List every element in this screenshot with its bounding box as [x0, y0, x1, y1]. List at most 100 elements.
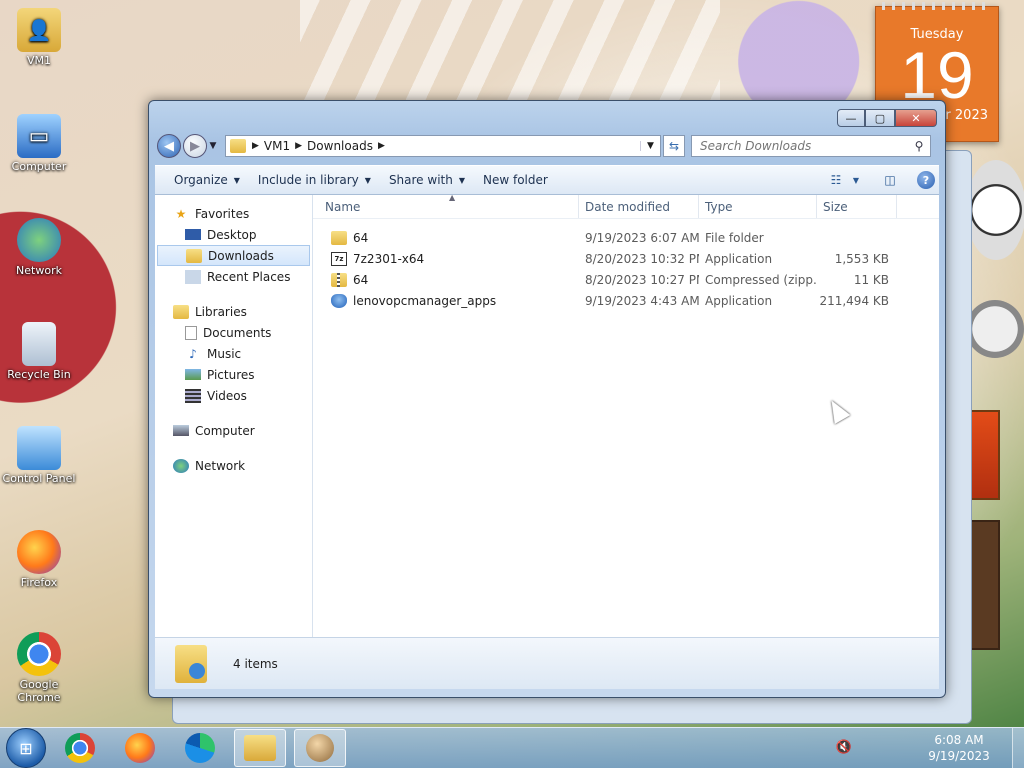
- view-controls: ☷ ▼ ◫ ?: [823, 168, 939, 192]
- nav-group-network: Network: [155, 455, 312, 476]
- volume-muted-icon[interactable]: 🔇: [834, 740, 854, 756]
- preview-pane-button[interactable]: ◫: [877, 168, 903, 192]
- nav-item-libraries[interactable]: Libraries: [155, 301, 312, 322]
- nav-group-computer: Computer: [155, 420, 312, 441]
- view-options-dropdown[interactable]: ▼: [849, 168, 863, 192]
- caption-buttons: — ▢ ✕: [837, 109, 937, 127]
- desktop-icon-firefox[interactable]: Firefox: [0, 530, 78, 589]
- cpu-meter-gadget[interactable]: [966, 300, 1024, 358]
- taskbar-chrome[interactable]: [54, 729, 106, 767]
- file-type: Application: [705, 293, 773, 308]
- column-header-size[interactable]: Size: [817, 195, 897, 218]
- nav-item-documents[interactable]: Documents: [155, 322, 312, 343]
- clock-gadget[interactable]: [966, 160, 1024, 260]
- music-icon: ♪: [189, 346, 197, 361]
- nav-item-recent-places[interactable]: Recent Places: [155, 266, 312, 287]
- desktop-icon: [185, 229, 201, 240]
- desktop-icon-recycle-bin[interactable]: Recycle Bin: [0, 322, 78, 381]
- navigation-bar: ◀ ▶ ▼ ▶ VM1 ▶ Downloads ▶ ▼ ⇆ ⚲: [157, 133, 937, 159]
- folder-icon: [244, 735, 276, 761]
- file-date: 8/20/2023 10:32 PM: [585, 251, 699, 266]
- search-input[interactable]: [700, 139, 908, 153]
- downloads-folder-icon: [186, 248, 202, 263]
- organize-button[interactable]: Organize ▼: [165, 168, 249, 192]
- nav-item-label: Videos: [207, 388, 247, 403]
- taskbar-firefox[interactable]: [114, 729, 166, 767]
- desktop-icon-chrome[interactable]: Google Chrome: [0, 632, 78, 704]
- organize-label: Organize: [174, 173, 228, 187]
- nav-item-label: Favorites: [195, 206, 250, 221]
- explorer-window[interactable]: — ▢ ✕ ◀ ▶ ▼ ▶ VM1 ▶ Downloads ▶ ▼ ⇆ ⚲ Or…: [148, 100, 946, 698]
- file-row[interactable]: 64 9/19/2023 6:07 AM File folder: [313, 227, 939, 248]
- caret-down-icon: ▼: [364, 175, 371, 185]
- refresh-button[interactable]: ⇆: [663, 135, 685, 157]
- search-box[interactable]: ⚲: [691, 135, 931, 157]
- nav-item-label: Computer: [195, 423, 255, 438]
- recent-pages-dropdown[interactable]: ▼: [207, 141, 219, 151]
- desktop-icon-network[interactable]: Network: [0, 218, 78, 277]
- computer-icon: [173, 425, 189, 436]
- folder-icon: [230, 139, 246, 153]
- nav-item-desktop[interactable]: Desktop: [155, 224, 312, 245]
- column-headers: ▲ Name Date modified Type Size: [313, 193, 939, 219]
- share-with-button[interactable]: Share with ▼: [380, 168, 474, 192]
- new-folder-button[interactable]: New folder: [474, 168, 557, 192]
- address-bar[interactable]: ▶ VM1 ▶ Downloads ▶ ▼: [225, 135, 661, 157]
- help-button[interactable]: ?: [913, 168, 939, 192]
- zip-folder-icon: [331, 272, 347, 287]
- breadcrumb-vm1[interactable]: VM1: [259, 139, 295, 153]
- taskbar-explorer[interactable]: [234, 729, 286, 767]
- change-view-button[interactable]: ☷: [823, 168, 849, 192]
- taskbar-user-accounts[interactable]: [294, 729, 346, 767]
- nav-item-label: Downloads: [208, 248, 274, 263]
- desktop-icon-control-panel[interactable]: Control Panel: [0, 426, 78, 485]
- caret-down-icon: ▼: [458, 175, 465, 185]
- forward-button[interactable]: ▶: [183, 134, 207, 158]
- include-in-library-button[interactable]: Include in library ▼: [249, 168, 380, 192]
- nav-item-downloads[interactable]: Downloads: [157, 245, 310, 266]
- desktop-icon-computer[interactable]: ▭ Computer: [0, 114, 78, 173]
- show-desktop-button[interactable]: [1012, 728, 1024, 768]
- new-folder-label: New folder: [483, 173, 548, 187]
- close-button[interactable]: ✕: [895, 109, 937, 127]
- chevron-right-icon[interactable]: ▶: [378, 141, 385, 151]
- nav-item-label: Libraries: [195, 304, 247, 319]
- navigation-pane[interactable]: ★ Favorites Desktop Downloads Recent Plac…: [155, 195, 313, 639]
- edge-icon: [185, 733, 215, 763]
- chevron-right-icon[interactable]: ▶: [252, 141, 259, 151]
- search-icon[interactable]: ⚲: [908, 139, 930, 153]
- back-button[interactable]: ◀: [157, 134, 181, 158]
- file-date: 9/19/2023 4:43 AM: [585, 293, 699, 308]
- desktop-icon-vm1[interactable]: 👤 VM1: [0, 8, 78, 67]
- nav-item-favorites[interactable]: ★ Favorites: [155, 203, 312, 224]
- breadcrumb-downloads[interactable]: Downloads: [302, 139, 378, 153]
- start-button[interactable]: ⊞: [6, 728, 46, 768]
- minimize-button[interactable]: —: [837, 109, 865, 127]
- nav-item-music[interactable]: ♪ Music: [155, 343, 312, 364]
- file-row[interactable]: lenovopcmanager_apps 9/19/2023 4:43 AM A…: [313, 290, 939, 311]
- address-dropdown[interactable]: ▼: [640, 141, 660, 151]
- star-icon: ★: [175, 206, 187, 221]
- nav-item-videos[interactable]: Videos: [155, 385, 312, 406]
- taskbar-clock[interactable]: 6:08 AM 9/19/2023: [924, 732, 994, 764]
- nav-item-computer[interactable]: Computer: [155, 420, 312, 441]
- column-header-name[interactable]: Name: [313, 195, 579, 218]
- taskbar-edge[interactable]: [174, 729, 226, 767]
- column-header-type[interactable]: Type: [699, 195, 817, 218]
- nav-item-network[interactable]: Network: [155, 455, 312, 476]
- file-name: 7z2301-x64: [353, 251, 425, 266]
- chrome-icon: [65, 733, 95, 763]
- column-header-date[interactable]: Date modified: [579, 195, 699, 218]
- folder-icon: [331, 230, 347, 245]
- nav-item-pictures[interactable]: Pictures: [155, 364, 312, 385]
- help-icon: ?: [917, 171, 935, 189]
- file-row[interactable]: 64 8/20/2023 10:27 PM Compressed (zipp..…: [313, 269, 939, 290]
- nav-item-label: Recent Places: [207, 269, 291, 284]
- maximize-button[interactable]: ▢: [865, 109, 895, 127]
- clock-date: 9/19/2023: [928, 749, 990, 763]
- control-panel-icon: [17, 426, 61, 470]
- file-name: 64: [353, 272, 369, 287]
- file-row[interactable]: 7z 7z2301-x64 8/20/2023 10:32 PM Applicat…: [313, 248, 939, 269]
- chevron-right-icon[interactable]: ▶: [295, 141, 302, 151]
- include-in-library-label: Include in library: [257, 173, 359, 187]
